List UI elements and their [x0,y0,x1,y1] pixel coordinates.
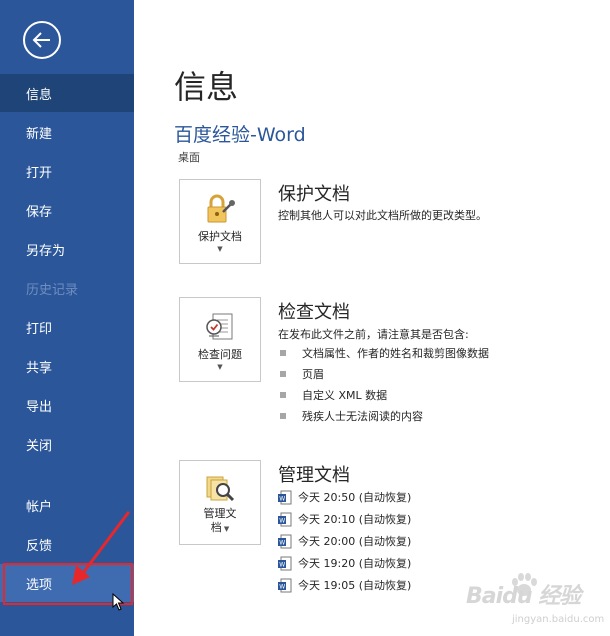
manage-section-title: 管理文档 [278,465,350,486]
inspect-section-desc: 在发布此文件之前，请注意其是否包含: [278,328,469,341]
inspect-section-title: 检查文档 [278,302,350,323]
nav-export[interactable]: 导出 [0,386,134,424]
version-item[interactable]: W 今天 19:05 (自动恢复) [278,574,411,596]
watermark-url: jingyan.baidu.com [512,614,605,625]
back-arrow-icon [32,32,50,48]
chevron-down-icon: ▼ [217,245,223,253]
svg-text:W: W [279,517,285,524]
check-issues-button[interactable]: 检查问题 ▼ [179,297,261,382]
word-document-icon: W [278,534,292,548]
bullet-icon [280,349,286,356]
svg-text:W: W [279,539,285,546]
info-panel: 信息 百度经验-Word 桌面 保护文档 ▼ 保护文档 控制其他人可以对此文档所… [134,0,610,636]
chevron-down-icon: ▼ [217,363,223,371]
nav-info-label: 信息 [26,87,53,103]
nav-close-label: 关闭 [26,438,53,454]
nav-new[interactable]: 新建 [0,113,134,151]
watermark: Baidu 经验 jingyan.baidu.com [466,572,606,632]
version-item[interactable]: W 今天 19:20 (自动恢复) [278,552,411,574]
document-location: 桌面 [178,151,200,164]
nav-feedback-label: 反馈 [26,538,53,554]
svg-text:W: W [279,495,285,502]
nav-open-label: 打开 [26,165,53,181]
protect-section-title: 保护文档 [278,184,350,205]
chevron-down-icon: ▼ [221,525,230,533]
nav-save[interactable]: 保存 [0,191,134,229]
nav-save-as[interactable]: 另存为 [0,230,134,268]
nav-save-label: 保存 [26,204,53,220]
word-document-icon: W [278,556,292,570]
svg-text:W: W [279,561,285,568]
list-item: 文档属性、作者的姓名和裁剪图像数据 [280,342,489,363]
bullet-icon [280,412,286,419]
nav-history-label: 历史记录 [26,282,79,298]
bullet-icon [280,391,286,398]
list-item: 自定义 XML 数据 [280,384,489,405]
list-item: 残疾人士无法阅读的内容 [280,405,489,426]
word-document-icon: W [278,578,292,592]
protect-section-desc: 控制其他人可以对此文档所做的更改类型。 [278,209,487,222]
nav-new-label: 新建 [26,126,53,142]
manage-document-button[interactable]: 管理文 档 ▼ [179,460,261,545]
page-title: 信息 [174,68,239,106]
document-title: 百度经验-Word [174,124,306,146]
protect-document-label: 保护文档 [198,230,242,243]
manage-document-label: 管理文 档 ▼ [203,507,237,534]
nav-share[interactable]: 共享 [0,347,134,385]
nav-print[interactable]: 打印 [0,308,134,346]
annotation-arrow [72,511,130,585]
nav-close[interactable]: 关闭 [0,425,134,463]
nav-info[interactable]: 信息 [0,74,134,112]
mouse-cursor-icon [112,593,125,611]
list-item: 页眉 [280,363,489,384]
check-issues-label: 检查问题 [198,348,242,361]
inspect-document-icon [206,313,233,340]
lock-key-icon [207,194,235,223]
bullet-icon [280,370,286,377]
back-button[interactable] [23,21,61,59]
word-document-icon: W [278,512,292,526]
word-document-icon: W [278,490,292,504]
nav-export-label: 导出 [26,399,53,415]
nav-history: 历史记录 [0,269,134,307]
svg-text:W: W [279,583,285,590]
nav-options-label: 选项 [26,577,53,593]
nav-save-as-label: 另存为 [26,243,66,259]
version-item[interactable]: W 今天 20:10 (自动恢复) [278,508,411,530]
version-item[interactable]: W 今天 20:00 (自动恢复) [278,530,411,552]
nav-print-label: 打印 [26,321,53,337]
inspect-bullet-list: 文档属性、作者的姓名和裁剪图像数据 页眉 自定义 XML 数据 残疾人士无法阅读… [280,342,489,426]
nav-share-label: 共享 [26,360,53,376]
version-list: W 今天 20:50 (自动恢复) W 今天 20:10 (自动恢复) W 今天… [278,486,411,596]
watermark-text: Baidu 经验 [466,584,581,609]
protect-document-button[interactable]: 保护文档 ▼ [179,179,261,264]
nav-open[interactable]: 打开 [0,152,134,190]
manage-document-icon [206,476,235,502]
version-item[interactable]: W 今天 20:50 (自动恢复) [278,486,411,508]
nav-account-label: 帐户 [26,499,53,515]
